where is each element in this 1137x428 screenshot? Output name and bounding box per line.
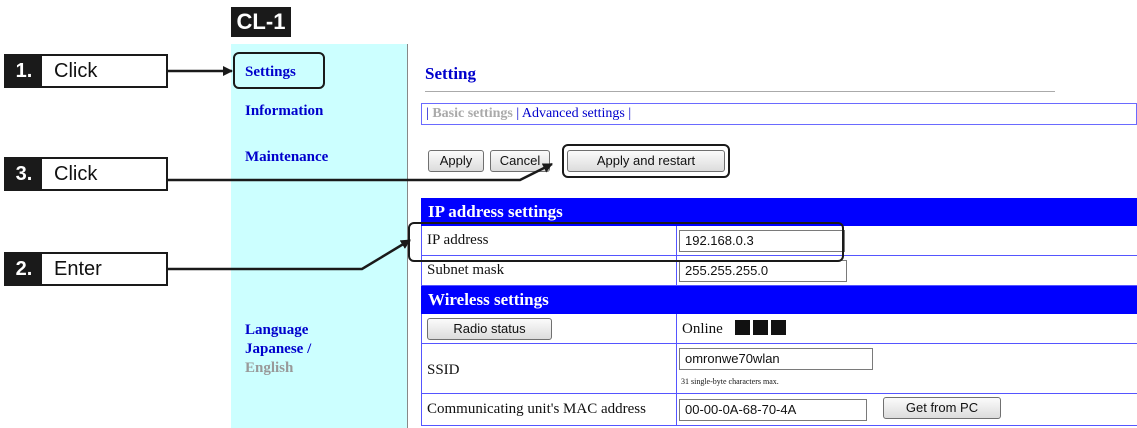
- arrow-step3: [168, 162, 553, 182]
- callout-arrows: [168, 66, 553, 271]
- arrow-step2: [168, 238, 411, 271]
